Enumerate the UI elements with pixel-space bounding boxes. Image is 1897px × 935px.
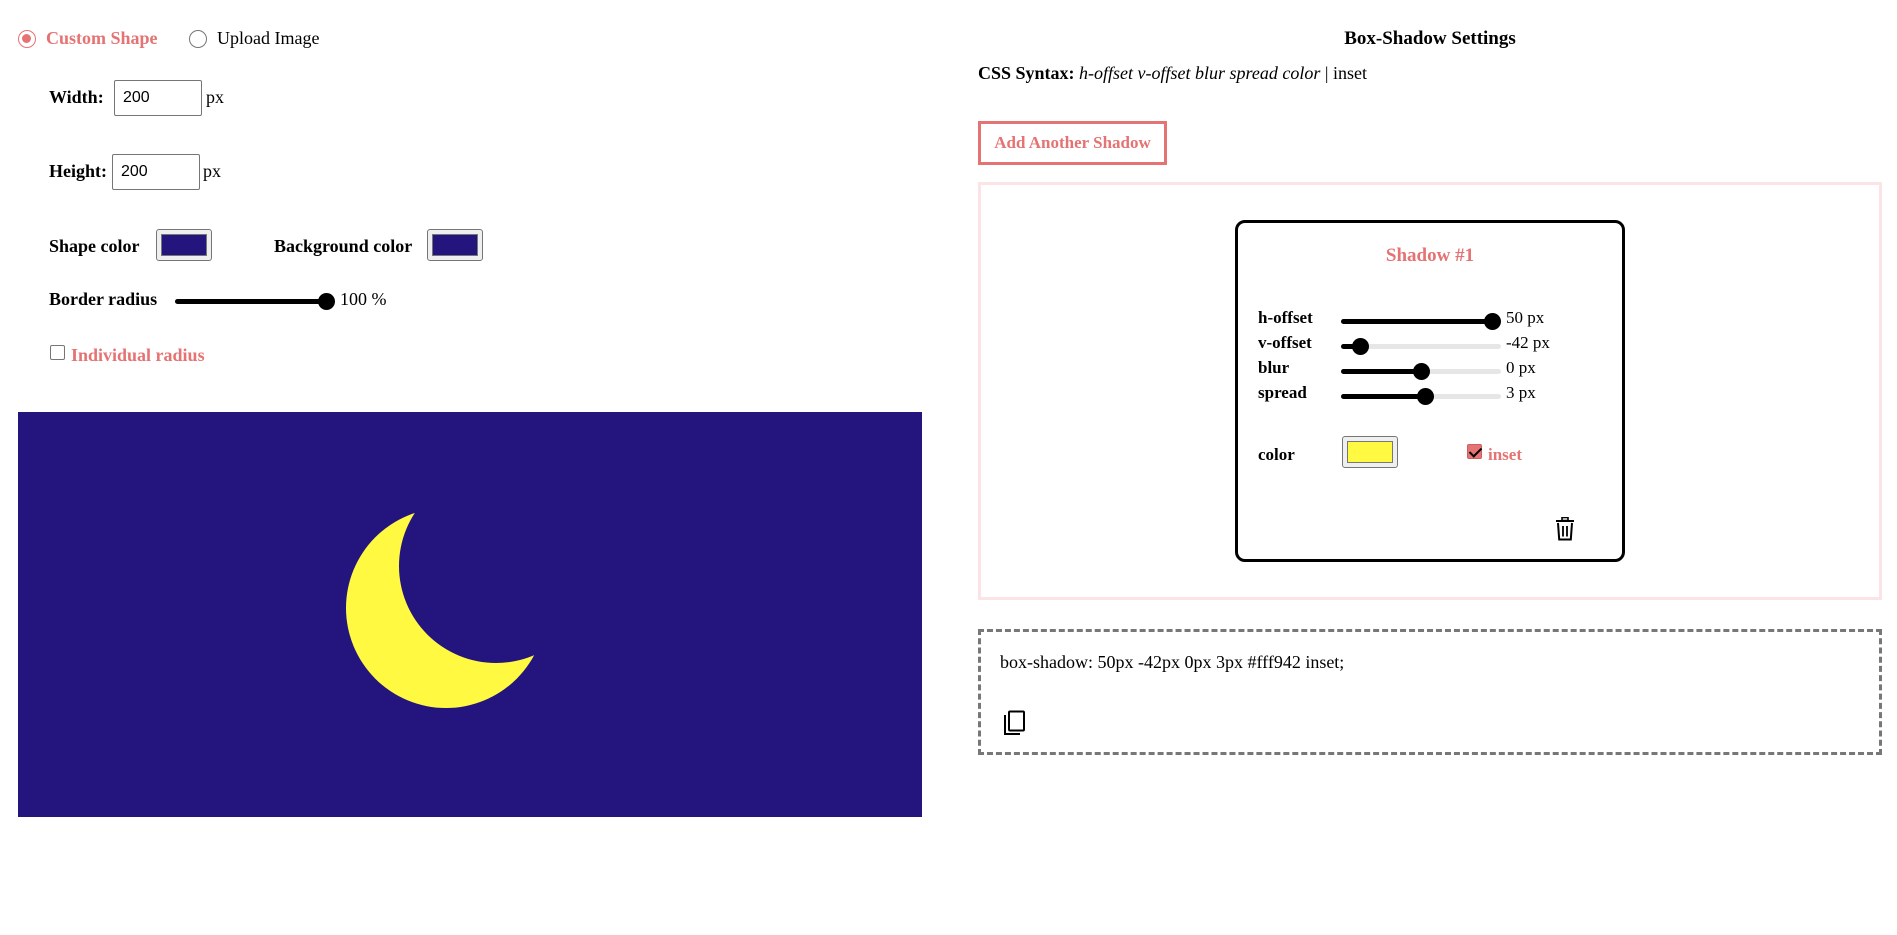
inset-checkbox[interactable] bbox=[1467, 444, 1482, 459]
slider-fill bbox=[1341, 369, 1421, 374]
shadow-color-swatch bbox=[1347, 441, 1393, 463]
background-color-swatch bbox=[432, 234, 478, 256]
spread-slider[interactable] bbox=[1341, 388, 1501, 405]
individual-radius-label[interactable]: Individual radius bbox=[71, 345, 205, 366]
shape-color-swatch bbox=[161, 234, 207, 256]
radio-custom-shape[interactable]: Custom Shape bbox=[18, 28, 158, 49]
blur-slider[interactable] bbox=[1341, 363, 1501, 380]
blur-value: 0 px bbox=[1506, 358, 1536, 377]
shadow-card-title: Shadow #1 bbox=[1385, 245, 1475, 266]
slider-thumb[interactable] bbox=[318, 293, 335, 310]
shape-preview bbox=[18, 412, 922, 817]
spread-label: spread bbox=[1258, 383, 1307, 402]
shadow-card: Shadow #1 h-offset 50 px v-offset -42 px… bbox=[1235, 220, 1625, 562]
slider-thumb[interactable] bbox=[1352, 338, 1370, 355]
trash-icon[interactable] bbox=[1554, 517, 1576, 541]
blur-label: blur bbox=[1258, 358, 1290, 377]
css-syntax: CSS Syntax: h-offset v-offset blur sprea… bbox=[978, 63, 1367, 84]
radio-custom-shape-label: Custom Shape bbox=[46, 28, 158, 48]
background-color-picker[interactable] bbox=[427, 229, 483, 261]
copy-icon[interactable] bbox=[1002, 710, 1026, 736]
slider-thumb[interactable] bbox=[1412, 363, 1430, 380]
border-radius-value: 100 % bbox=[340, 289, 387, 309]
slider-thumb[interactable] bbox=[1484, 313, 1501, 330]
css-output-code: box-shadow: 50px -42px 0px 3px #fff942 i… bbox=[1000, 652, 1345, 672]
h-offset-value: 50 px bbox=[1506, 308, 1545, 327]
height-unit: px bbox=[203, 161, 221, 181]
settings-title: Box-Shadow Settings bbox=[1344, 28, 1516, 49]
css-syntax-label: CSS Syntax: bbox=[978, 63, 1075, 83]
radio-dot bbox=[18, 29, 36, 48]
slider-thumb[interactable] bbox=[1416, 388, 1434, 405]
width-unit: px bbox=[206, 87, 224, 107]
css-syntax-value: h-offset v-offset blur spread color bbox=[1079, 63, 1321, 83]
v-offset-label: v-offset bbox=[1258, 333, 1312, 352]
border-radius-slider[interactable] bbox=[175, 293, 335, 310]
slider-fill bbox=[1341, 394, 1426, 399]
preview-shape bbox=[346, 508, 546, 708]
h-offset-slider[interactable] bbox=[1341, 313, 1501, 330]
radio-dot bbox=[189, 29, 207, 48]
border-radius-label: Border radius bbox=[49, 289, 158, 309]
inset-label[interactable]: inset bbox=[1488, 445, 1522, 465]
width-input[interactable] bbox=[114, 80, 202, 116]
slider-fill bbox=[1341, 319, 1493, 324]
background-color-label: Background color bbox=[274, 236, 413, 256]
slider-fill bbox=[175, 299, 327, 304]
spread-value: 3 px bbox=[1506, 383, 1536, 402]
radio-upload-image[interactable]: Upload Image bbox=[189, 28, 319, 49]
radio-upload-image-label: Upload Image bbox=[217, 28, 320, 48]
v-offset-value: -42 px bbox=[1506, 333, 1550, 352]
height-label: Height: bbox=[49, 161, 107, 181]
v-offset-slider[interactable] bbox=[1341, 338, 1501, 355]
shadow-color-label: color bbox=[1258, 445, 1295, 464]
height-input[interactable] bbox=[112, 154, 200, 190]
h-offset-label: h-offset bbox=[1258, 308, 1313, 327]
add-shadow-button[interactable]: Add Another Shadow bbox=[978, 121, 1167, 165]
css-syntax-inset: inset bbox=[1332, 63, 1367, 83]
shadow-color-picker[interactable] bbox=[1342, 436, 1398, 468]
css-syntax-separator: | bbox=[1324, 63, 1329, 83]
width-label: Width: bbox=[49, 87, 104, 107]
shape-color-label: Shape color bbox=[49, 236, 140, 256]
individual-radius-checkbox[interactable] bbox=[50, 345, 65, 360]
shape-color-picker[interactable] bbox=[156, 229, 212, 261]
css-output-box: box-shadow: 50px -42px 0px 3px #fff942 i… bbox=[978, 629, 1882, 755]
